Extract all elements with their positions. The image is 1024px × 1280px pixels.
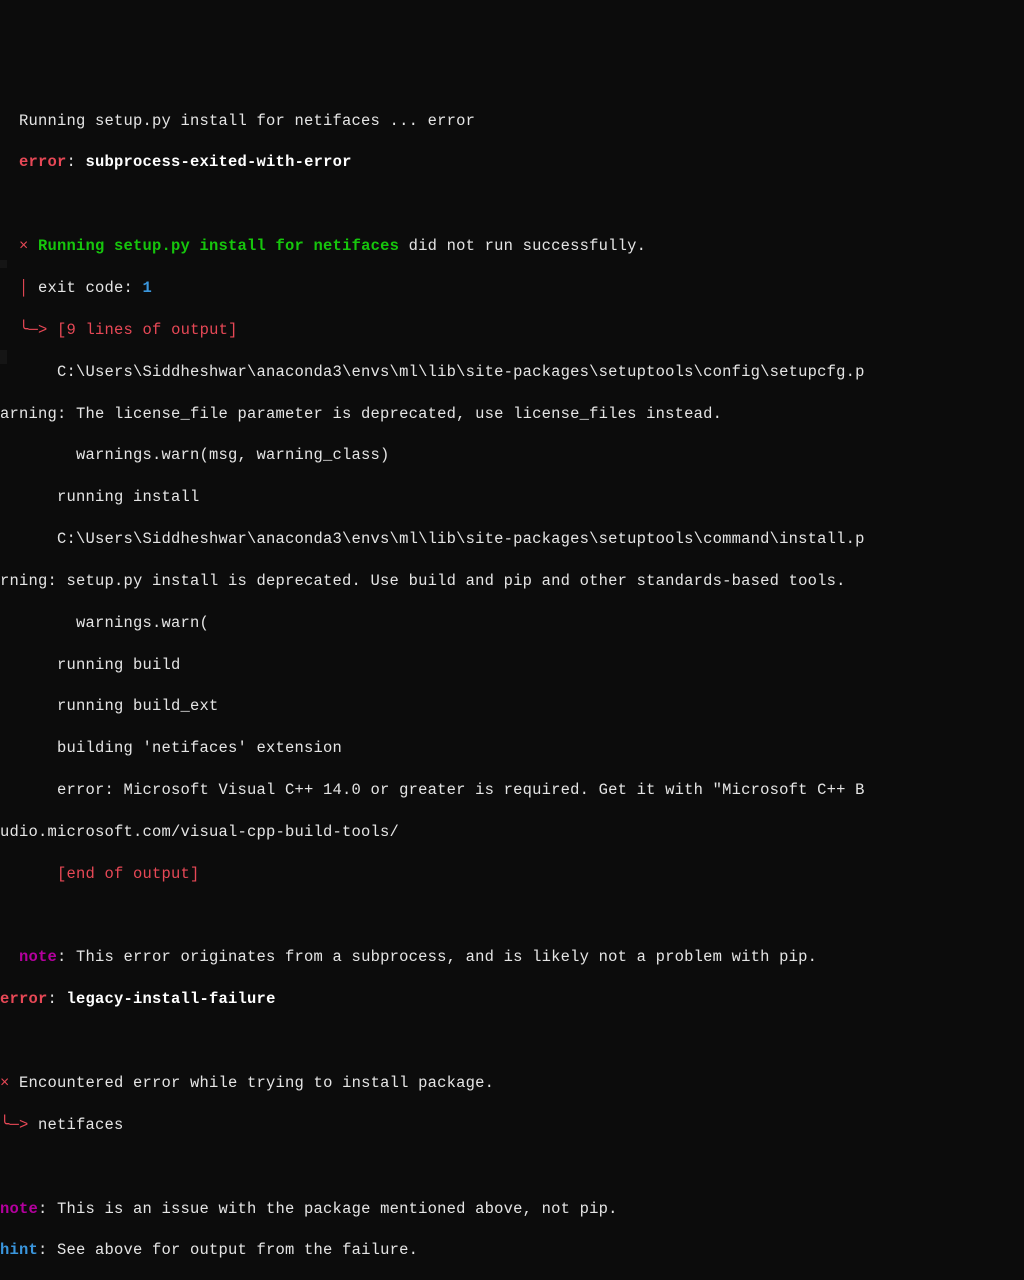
status-error: error: [428, 112, 476, 130]
output-line: building 'netifaces' extension: [0, 738, 1024, 759]
text: exit code:: [38, 279, 143, 297]
text: Running setup.py install for netifaces .…: [0, 112, 428, 130]
output-line: note: This is an issue with the package …: [0, 1199, 1024, 1220]
package-name: netifaces: [38, 1116, 124, 1134]
terminal-output: Running setup.py install for netifaces .…: [0, 90, 1024, 1280]
exit-code-value: 1: [143, 279, 153, 297]
output-line: C:\Users\Siddheshwar\anaconda3\envs\ml\l…: [0, 529, 1024, 550]
output-line: running install: [0, 487, 1024, 508]
error-label: error: [0, 153, 67, 171]
note-label: note: [0, 948, 57, 966]
output-line: warnings.warn(msg, warning_class): [0, 445, 1024, 466]
output-line: rning: setup.py install is deprecated. U…: [0, 571, 1024, 592]
output-line: ╰─> netifaces: [0, 1115, 1024, 1136]
output-line: error: Microsoft Visual C++ 14.0 or grea…: [0, 780, 1024, 801]
error-label: error: [0, 990, 48, 1008]
blank-line: [0, 194, 1024, 215]
output-line: udio.microsoft.com/visual-cpp-build-tool…: [0, 822, 1024, 843]
note-label: note: [0, 1200, 38, 1218]
output-line: running build_ext: [0, 696, 1024, 717]
scrollbar-thumb[interactable]: [0, 350, 7, 364]
hint-label: hint: [0, 1241, 38, 1259]
output-header: [9 lines of output]: [57, 321, 238, 339]
text: :: [67, 153, 86, 171]
output-line: │ exit code: 1: [0, 278, 1024, 299]
output-line: ╰─> [9 lines of output]: [0, 320, 1024, 341]
output-line: Running setup.py install for netifaces .…: [0, 111, 1024, 132]
output-line: running build: [0, 655, 1024, 676]
text: did not run successfully.: [399, 237, 646, 255]
text: :: [48, 990, 67, 1008]
blank-line: [0, 1157, 1024, 1178]
text: : See above for output from the failure.: [38, 1241, 418, 1259]
error-code: legacy-install-failure: [67, 990, 276, 1008]
scrollbar-thumb[interactable]: [0, 260, 7, 268]
output-line: warnings.warn(: [0, 613, 1024, 634]
output-line: note: This error originates from a subpr…: [0, 947, 1024, 968]
tree-branch-icon: ╰─>: [0, 321, 57, 339]
output-line: arning: The license_file parameter is de…: [0, 404, 1024, 425]
output-footer: [end of output]: [0, 864, 1024, 885]
error-code: subprocess-exited-with-error: [86, 153, 352, 171]
output-line: hint: See above for output from the fail…: [0, 1240, 1024, 1261]
text: Encountered error while trying to instal…: [19, 1074, 494, 1092]
output-line: × Running setup.py install for netifaces…: [0, 236, 1024, 257]
output-line: error: subprocess-exited-with-error: [0, 152, 1024, 173]
output-line: error: legacy-install-failure: [0, 989, 1024, 1010]
command-text: Running setup.py install for netifaces: [38, 237, 399, 255]
tree-branch-icon: ╰─>: [0, 1116, 38, 1134]
output-line: C:\Users\Siddheshwar\anaconda3\envs\ml\l…: [0, 362, 1024, 383]
blank-line: [0, 1031, 1024, 1052]
text: : This is an issue with the package ment…: [38, 1200, 618, 1218]
output-line: × Encountered error while trying to inst…: [0, 1073, 1024, 1094]
text: : This error originates from a subproces…: [57, 948, 817, 966]
scrollbar[interactable]: [0, 0, 7, 640]
cross-icon: ×: [0, 1074, 19, 1092]
blank-line: [0, 906, 1024, 927]
